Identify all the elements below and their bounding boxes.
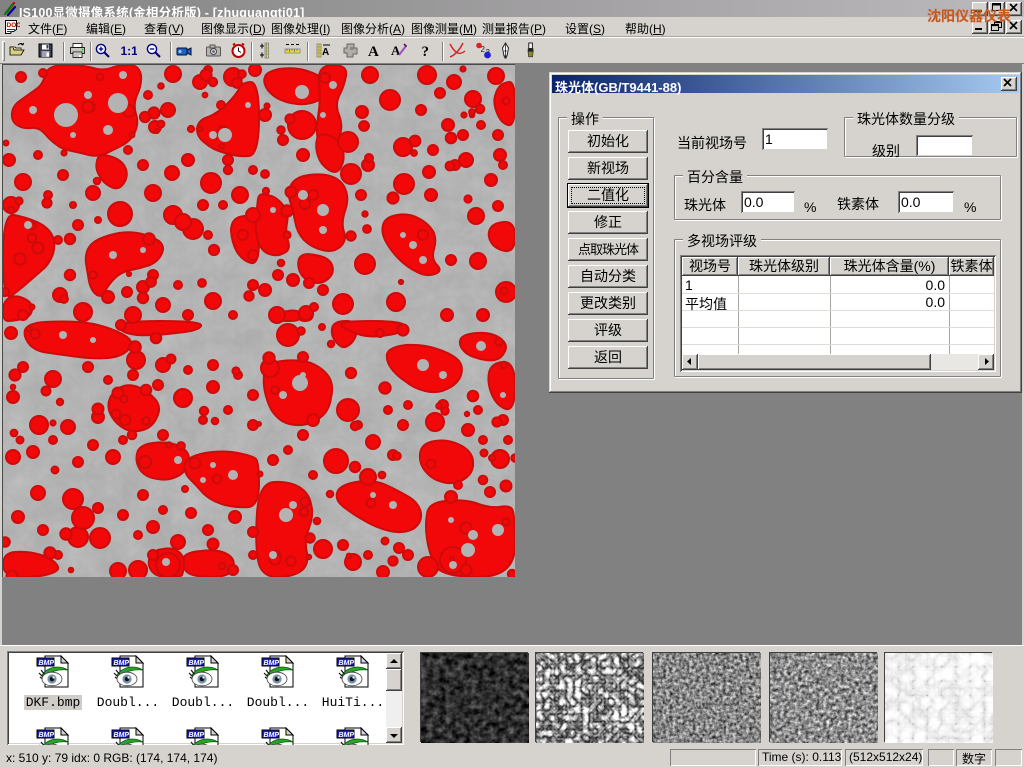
svg-text:A: A (322, 47, 329, 58)
svg-text:BMP: BMP (39, 732, 55, 739)
svg-text:A: A (368, 44, 379, 59)
svg-text:BMP: BMP (339, 732, 355, 739)
svg-text:BMP: BMP (264, 732, 280, 739)
svg-text:1:1: 1:1 (121, 44, 138, 58)
svg-text:?: ? (422, 44, 430, 59)
svg-text:BMP: BMP (339, 660, 355, 667)
svg-text:BMP: BMP (264, 660, 280, 667)
svg-text:BMP: BMP (189, 732, 205, 739)
svg-text:BMP: BMP (114, 732, 130, 739)
svg-text:BMP: BMP (114, 660, 130, 667)
svg-text:BMP: BMP (189, 660, 205, 667)
svg-text:DOC: DOC (7, 22, 21, 29)
svg-text:BMP: BMP (39, 660, 55, 667)
svg-text:A: A (391, 43, 401, 58)
